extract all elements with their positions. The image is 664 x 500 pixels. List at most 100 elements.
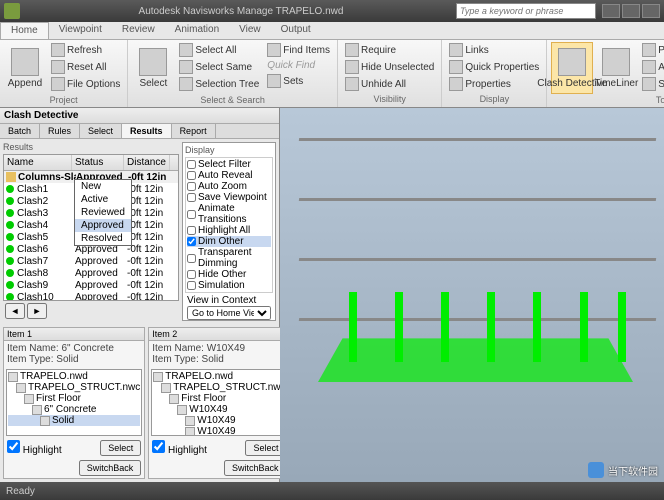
tab-home[interactable]: Home	[0, 22, 49, 39]
select-all-button[interactable]: Select All	[176, 42, 262, 58]
require-button[interactable]: Require	[342, 42, 437, 58]
group-tools-label: Tools	[551, 94, 664, 106]
table-row[interactable]: Clash9Approved-0ft 12in	[4, 279, 178, 291]
col-distance[interactable]: Distance	[124, 155, 170, 170]
tree-icon	[169, 394, 179, 404]
tree-node[interactable]: 6" Concrete	[8, 404, 140, 415]
display-option[interactable]: Auto Reveal	[187, 170, 271, 181]
tab-batch[interactable]: Batch	[0, 124, 40, 138]
item2-highlight-checkbox[interactable]: Highlight	[152, 440, 207, 456]
properties-button[interactable]: Properties	[446, 76, 542, 92]
tab-viewpoint[interactable]: Viewpoint	[49, 22, 112, 39]
results-label: Results	[3, 142, 179, 152]
find-items-button[interactable]: Find Items	[264, 42, 333, 58]
display-option[interactable]: Hide Other	[187, 269, 271, 280]
links-button[interactable]: Links	[446, 42, 542, 58]
tree-node[interactable]: TRAPELO.nwd	[153, 371, 285, 382]
table-row[interactable]: Clash10Approved-0ft 12in	[4, 291, 178, 301]
item1-select-button[interactable]: Select	[100, 440, 141, 456]
minimize-button[interactable]	[602, 4, 620, 18]
item2-switchback-button[interactable]: SwitchBack	[224, 460, 287, 476]
status-dropdown[interactable]: New Active Reviewed Approved Resolved	[74, 179, 132, 246]
tree-node[interactable]: Solid	[8, 415, 140, 426]
tab-view[interactable]: View	[229, 22, 271, 39]
animator-button[interactable]: Animator	[639, 59, 664, 75]
maximize-button[interactable]	[622, 4, 640, 18]
tree-node[interactable]: W10X49	[153, 404, 285, 415]
statusbar: Ready	[0, 482, 664, 500]
item2-tree[interactable]: TRAPELO.nwdTRAPELO_STRUCT.nwcFirst Floor…	[151, 369, 287, 436]
table-row[interactable]: Clash7Approved-0ft 12in	[4, 255, 178, 267]
tab-report[interactable]: Report	[172, 124, 216, 138]
item1-tree[interactable]: TRAPELO.nwdTRAPELO_STRUCT.nwcFirst Floor…	[6, 369, 142, 436]
status-dot-icon	[6, 269, 14, 277]
sets-button[interactable]: Sets	[264, 73, 333, 89]
file-options-button[interactable]: File Options	[48, 76, 123, 92]
display-option[interactable]: Select Filter	[187, 159, 271, 170]
status-dot-icon	[6, 281, 14, 289]
watermark-logo-icon	[588, 462, 604, 478]
append-button[interactable]: Append	[4, 42, 46, 94]
tree-node[interactable]: TRAPELO.nwd	[8, 371, 140, 382]
view-context-select[interactable]: Go to Home View	[187, 306, 271, 320]
tab-review[interactable]: Review	[112, 22, 165, 39]
scripter-button[interactable]: Scripter	[639, 76, 664, 92]
status-dot-icon	[6, 221, 14, 229]
refresh-icon	[51, 43, 65, 57]
tree-node[interactable]: W10X49	[153, 426, 285, 436]
panel-tabs: Batch Rules Select Results Report	[0, 124, 279, 139]
display-option[interactable]: Highlight All	[187, 225, 271, 236]
tab-rules[interactable]: Rules	[40, 124, 80, 138]
tab-select[interactable]: Select	[80, 124, 122, 138]
cursor-icon	[139, 48, 167, 76]
keyword-search-input[interactable]	[456, 3, 596, 19]
3d-viewport[interactable]	[280, 108, 664, 482]
tree-node[interactable]: First Floor	[153, 393, 285, 404]
unhide-all-button[interactable]: Unhide All	[342, 76, 437, 92]
presenter-button[interactable]: Presenter	[639, 42, 664, 58]
item2-box: Item 2 Item Name: W10X49Item Type: Solid…	[148, 327, 290, 479]
next-clash-button[interactable]: ►	[27, 303, 47, 319]
prev-clash-button[interactable]: ◄	[5, 303, 25, 319]
item1-highlight-checkbox[interactable]: Highlight	[7, 440, 62, 456]
clash-results-table[interactable]: Name Status Distance Columns-Slab 1 Appr…	[3, 154, 179, 301]
reset-all-button[interactable]: Reset All	[48, 59, 123, 75]
col-status[interactable]: Status	[72, 155, 124, 170]
tab-results[interactable]: Results	[122, 124, 172, 138]
timeliner-button[interactable]: TimeLiner	[595, 42, 637, 94]
hide-unselected-button[interactable]: Hide Unselected	[342, 59, 437, 75]
tab-output[interactable]: Output	[271, 22, 321, 39]
app-logo-icon	[4, 3, 20, 19]
tab-animation[interactable]: Animation	[165, 22, 229, 39]
item1-switchback-button[interactable]: SwitchBack	[79, 460, 142, 476]
table-row[interactable]: Clash8Approved-0ft 12in	[4, 267, 178, 279]
reset-icon	[51, 60, 65, 74]
item2-title: Item 2	[149, 328, 289, 341]
selection-tree-button[interactable]: Selection Tree	[176, 76, 262, 92]
select-same-button[interactable]: Select Same	[176, 59, 262, 75]
tree-node[interactable]: First Floor	[8, 393, 140, 404]
group-project-label: Project	[4, 94, 123, 106]
display-option[interactable]: Simulation	[187, 280, 271, 291]
timeliner-icon	[602, 48, 630, 76]
append-icon	[11, 48, 39, 76]
tree-node[interactable]: TRAPELO_STRUCT.nwc	[8, 382, 140, 393]
status-dot-icon	[6, 233, 14, 241]
display-option[interactable]: Dim Other	[187, 236, 271, 247]
tree-node[interactable]: TRAPELO_STRUCT.nwc	[153, 382, 285, 393]
display-option[interactable]: Auto Zoom	[187, 181, 271, 192]
refresh-button[interactable]: Refresh	[48, 42, 123, 58]
quick-properties-button[interactable]: Quick Properties	[446, 59, 542, 75]
clash-detective-button[interactable]: Clash Detective	[551, 42, 593, 94]
display-option[interactable]: Transparent Dimming	[187, 247, 271, 269]
tree-icon	[153, 372, 163, 382]
quick-find-input[interactable]: Quick Find	[264, 59, 333, 72]
close-button[interactable]	[642, 4, 660, 18]
display-option[interactable]: Animate Transitions	[187, 203, 271, 225]
tree-icon	[185, 416, 195, 426]
select-button[interactable]: Select	[132, 42, 174, 94]
col-name[interactable]: Name	[4, 155, 72, 170]
tree-node[interactable]: W10X49	[153, 415, 285, 426]
tree-icon	[32, 405, 42, 415]
display-option[interactable]: Save Viewpoint	[187, 192, 271, 203]
